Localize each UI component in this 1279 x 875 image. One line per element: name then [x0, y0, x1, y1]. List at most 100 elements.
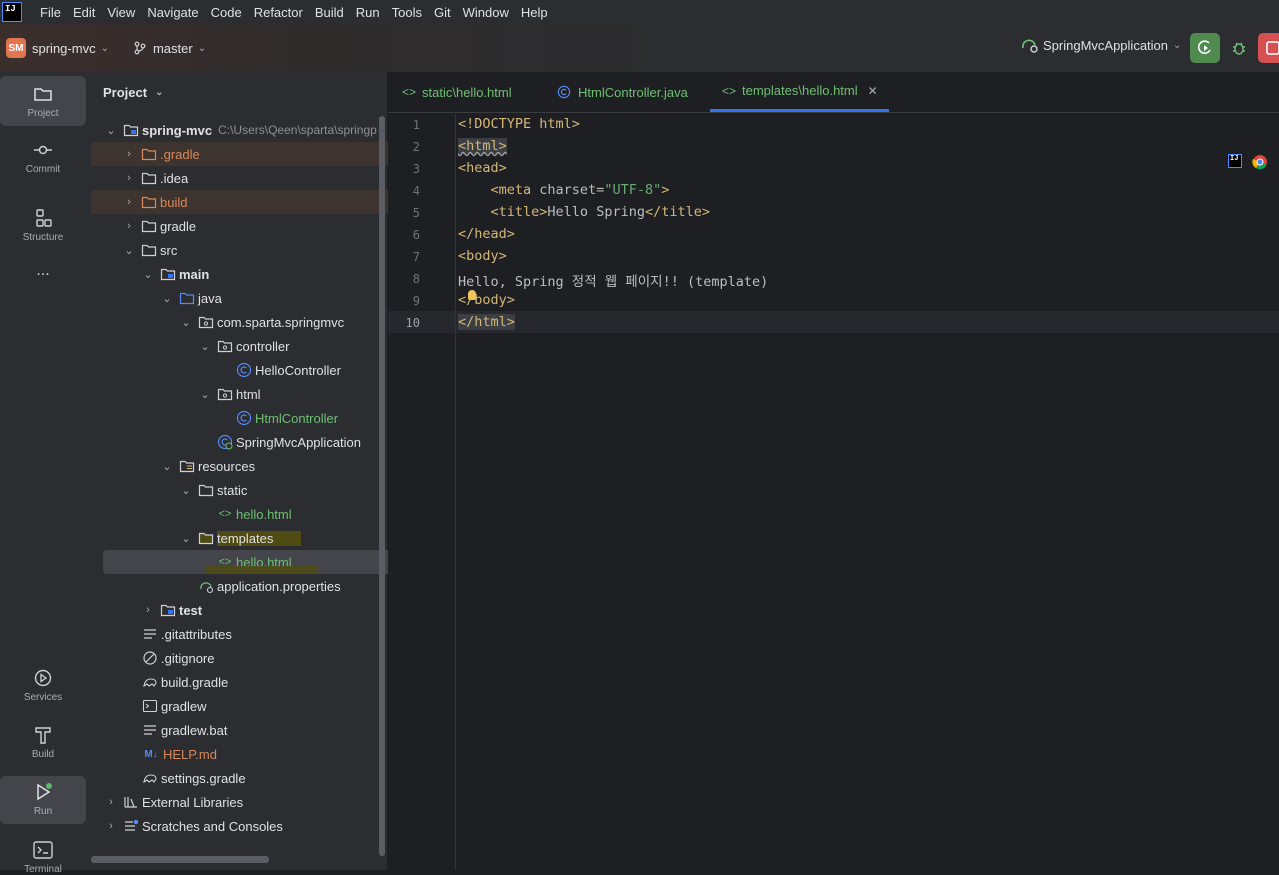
tree-item-gradle[interactable]: › gradle	[91, 214, 413, 238]
chevron-down-icon[interactable]: ⌄	[142, 268, 154, 281]
menu-file[interactable]: File	[40, 5, 61, 20]
menu-run[interactable]: Run	[356, 5, 380, 20]
project-name: spring-mvc	[32, 40, 96, 56]
commit-icon	[34, 145, 52, 155]
tab-html-controller[interactable]: HtmlController.java	[556, 72, 688, 112]
tree-item-scratches[interactable]: › Scratches and Consoles	[91, 814, 395, 838]
chevron-down-icon[interactable]: ⌄	[180, 316, 192, 329]
commit-tool-button[interactable]: Commit	[0, 140, 86, 175]
text-file-icon	[142, 626, 158, 642]
module-folder-icon	[160, 602, 176, 618]
project-view-selector[interactable]: Project ⌄	[103, 85, 163, 100]
chevron-down-icon[interactable]: ⌄	[105, 124, 117, 137]
chevron-down-icon[interactable]: ⌄	[180, 484, 192, 497]
line-number: 2	[412, 140, 420, 154]
debug-button[interactable]	[1228, 36, 1250, 60]
chevron-right-icon[interactable]: ›	[105, 796, 117, 808]
menu-window[interactable]: Window	[463, 5, 509, 20]
project-selector[interactable]: SM spring-mvc ⌄	[0, 38, 109, 58]
tree-label: controller	[236, 338, 290, 354]
tree-label: HtmlController	[255, 410, 339, 426]
intellij-browser-icon[interactable]: IJ	[1228, 154, 1242, 168]
project-tool-button[interactable]: Project	[0, 76, 86, 126]
package-icon	[198, 314, 214, 330]
chevron-down-icon[interactable]: ⌄	[161, 292, 173, 305]
menu-refactor[interactable]: Refactor	[254, 5, 303, 20]
tree-item-gradle-cache[interactable]: › .gradle	[91, 142, 413, 166]
chevron-down-icon[interactable]: ⌄	[199, 340, 211, 353]
code-line-9: </body>	[458, 292, 515, 308]
tree-item-build[interactable]: › build	[91, 190, 413, 214]
build-tool-button[interactable]: Build	[0, 725, 86, 760]
code-token: <title>	[490, 204, 548, 220]
menu-edit[interactable]: Edit	[73, 5, 95, 20]
tree-label: settings.gradle	[161, 770, 246, 786]
line-number: 9	[412, 294, 420, 308]
menu-navigate[interactable]: Navigate	[147, 5, 198, 20]
play-icon	[37, 783, 52, 801]
menu-build[interactable]: Build	[315, 5, 344, 20]
chevron-right-icon[interactable]: ›	[123, 148, 135, 160]
code-token: "UTF-8"	[604, 182, 662, 198]
menu-tools[interactable]: Tools	[392, 5, 422, 20]
more-tools-button[interactable]: ...	[0, 262, 86, 280]
tab-templates-hello-html[interactable]: <> templates\hello.html ✕	[710, 72, 889, 112]
tree-root[interactable]: ⌄ spring-mvc C:\Users\Qeen\sparta\spring…	[91, 118, 395, 142]
code-token: </title>	[644, 204, 710, 220]
horizontal-scrollbar[interactable]	[91, 856, 269, 863]
terminal-icon	[33, 841, 53, 859]
code-line-4: <meta charset="UTF-8">	[458, 182, 670, 198]
code-token: html>	[531, 116, 580, 132]
run-tool-button[interactable]: Run	[0, 776, 86, 824]
tree-item-external-libraries[interactable]: › External Libraries	[91, 790, 395, 814]
stop-button[interactable]	[1258, 33, 1279, 63]
code-token: </html>	[458, 314, 515, 330]
line-number: 7	[412, 250, 420, 264]
chrome-browser-icon[interactable]	[1252, 154, 1268, 170]
chevron-right-icon[interactable]: ›	[105, 820, 117, 832]
menu-code[interactable]: Code	[211, 5, 242, 20]
tree-label: com.sparta.springmvc	[217, 314, 345, 330]
structure-tool-label: Structure	[22, 232, 64, 243]
branch-selector[interactable]: master ⌄	[133, 41, 206, 56]
menu-git[interactable]: Git	[434, 5, 451, 20]
lightbulb-icon[interactable]	[468, 290, 476, 300]
shell-script-icon	[142, 698, 158, 714]
services-tool-button[interactable]: Services	[0, 668, 86, 703]
code-token: >	[661, 182, 670, 198]
module-folder-icon	[160, 266, 176, 282]
tree-label: java	[198, 290, 222, 306]
tab-static-hello-html[interactable]: <> static\hello.html	[402, 72, 512, 112]
chevron-down-icon[interactable]: ⌄	[199, 388, 211, 401]
tree-label: static	[217, 482, 248, 498]
run-configuration-selector[interactable]: SpringMvcApplication ⌄	[1020, 36, 1181, 54]
tab-label: static\hello.html	[422, 84, 512, 100]
line-number: 5	[412, 206, 420, 220]
hammer-icon	[35, 727, 51, 744]
close-icon[interactable]: ✕	[868, 84, 878, 98]
tree-item-idea[interactable]: › .idea	[91, 166, 413, 190]
source-folder-icon	[179, 290, 195, 306]
code-line-10: </html>	[458, 314, 515, 330]
chevron-down-icon[interactable]: ⌄	[161, 460, 173, 473]
structure-tool-button[interactable]: Structure	[0, 208, 86, 243]
structure-icon	[36, 209, 52, 227]
chevron-right-icon[interactable]: ›	[123, 196, 135, 208]
tree-label: .idea	[160, 170, 189, 186]
rerun-button[interactable]	[1190, 33, 1220, 63]
menu-help[interactable]: Help	[521, 5, 548, 20]
tab-label: templates\hello.html	[742, 83, 858, 98]
chevron-right-icon[interactable]: ›	[123, 172, 135, 184]
chevron-right-icon[interactable]: ›	[142, 604, 154, 616]
vertical-scrollbar[interactable]	[379, 116, 385, 856]
project-tool-window: Project ⌄ ⌄ spring-mvc C:\Users\Qeen\spa…	[91, 72, 472, 870]
project-badge: SM	[6, 38, 26, 58]
code-token: <!DOCTYPE	[458, 116, 532, 132]
intellij-logo-icon[interactable]: IJ	[2, 2, 22, 22]
menu-view[interactable]: View	[107, 5, 135, 20]
chevron-right-icon[interactable]: ›	[123, 220, 135, 232]
chevron-down-icon[interactable]: ⌄	[123, 244, 135, 257]
commit-tool-label: Commit	[25, 164, 61, 175]
tree-item-src[interactable]: ⌄ src	[91, 238, 413, 262]
chevron-down-icon[interactable]: ⌄	[180, 532, 192, 545]
